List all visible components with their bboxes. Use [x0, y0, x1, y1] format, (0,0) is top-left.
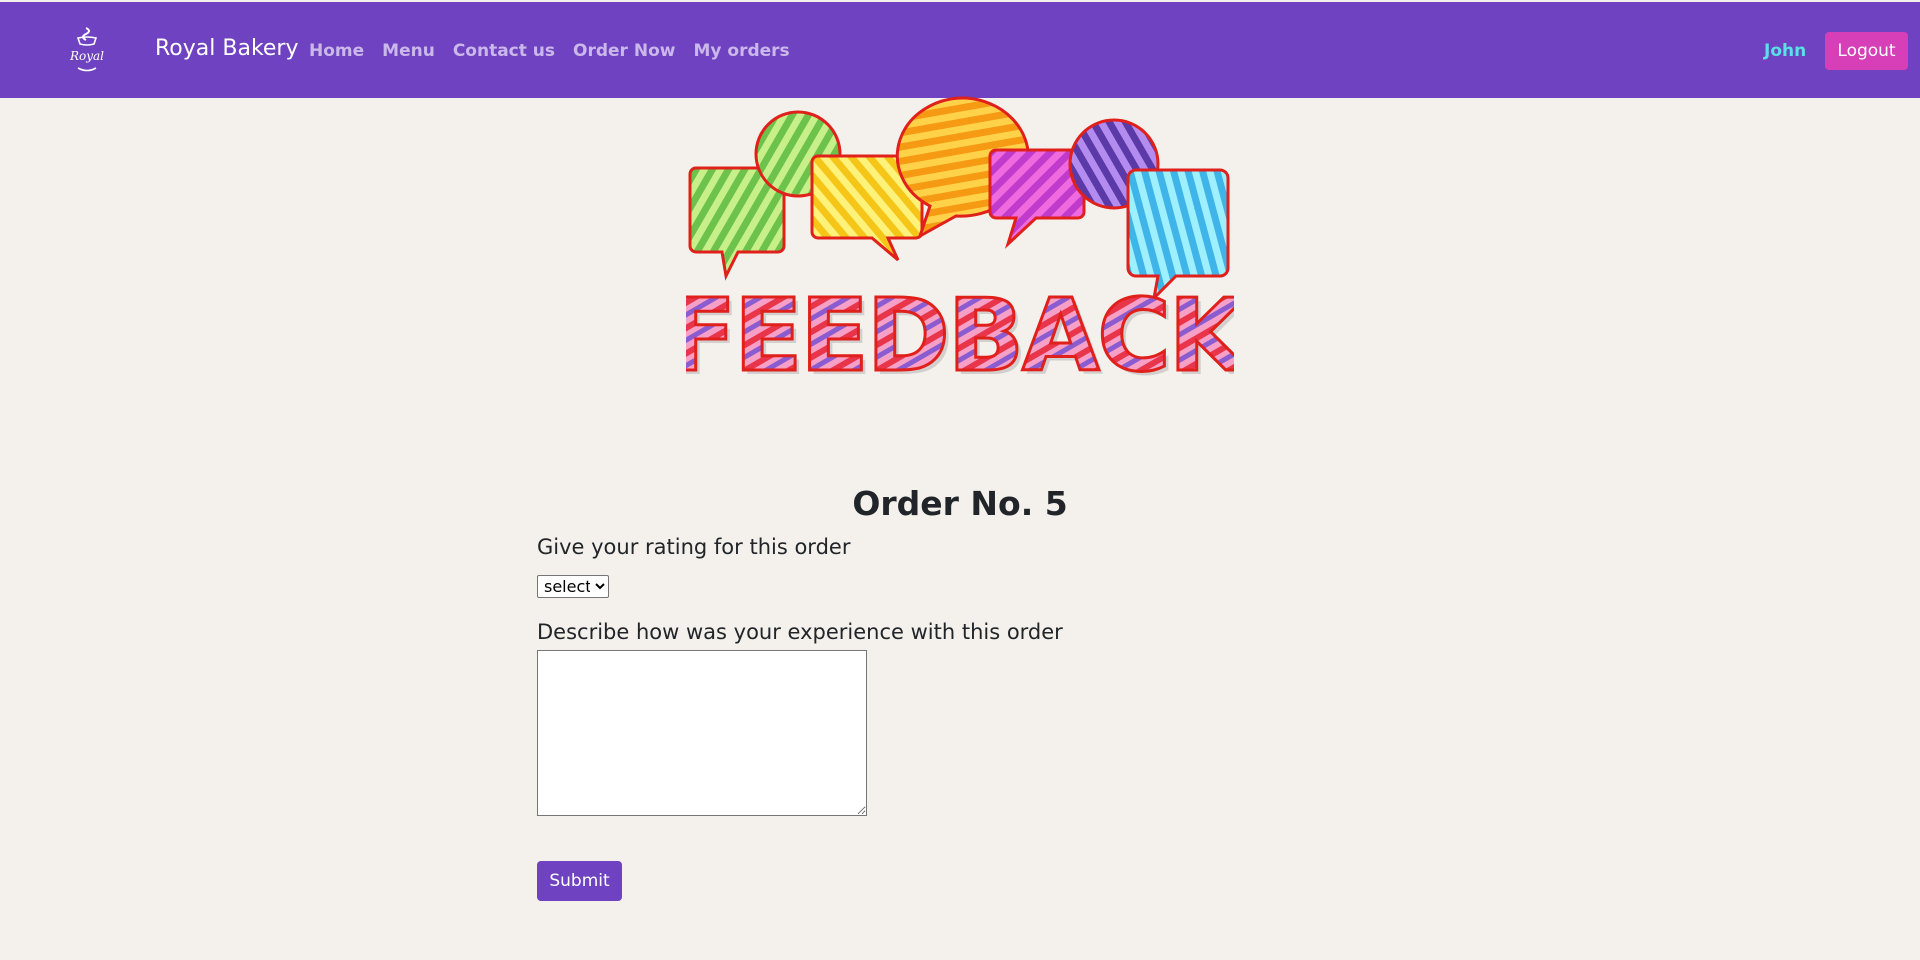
nav-link-menu[interactable]: Menu — [382, 40, 435, 62]
order-title: Order No. 5 — [852, 484, 1068, 523]
brand-name[interactable]: Royal Bakery — [155, 35, 299, 63]
logout-button[interactable]: Logout — [1825, 32, 1908, 70]
navbar: Royal Royal Bakery Home Menu Contact us … — [0, 2, 1920, 98]
feedback-banner: FEEDBACK FEEDBACK — [686, 96, 1234, 382]
nav-link-my-orders[interactable]: My orders — [693, 40, 789, 62]
rating-label: Give your rating for this order — [537, 535, 851, 559]
nav-link-contact[interactable]: Contact us — [453, 40, 555, 62]
nav-links: Home Menu Contact us Order Now My orders — [309, 40, 790, 62]
submit-button[interactable]: Submit — [537, 861, 622, 901]
user-name[interactable]: John — [1764, 40, 1806, 62]
nav-link-home[interactable]: Home — [309, 40, 364, 62]
royal-logo-icon[interactable]: Royal — [64, 24, 110, 76]
nav-link-order-now[interactable]: Order Now — [573, 40, 675, 62]
logo-text: Royal — [69, 49, 104, 63]
rating-select[interactable]: select — [537, 575, 609, 598]
feedback-banner-text: FEEDBACK — [686, 277, 1234, 382]
experience-label: Describe how was your experience with th… — [537, 620, 1063, 644]
experience-textarea[interactable] — [537, 650, 867, 816]
